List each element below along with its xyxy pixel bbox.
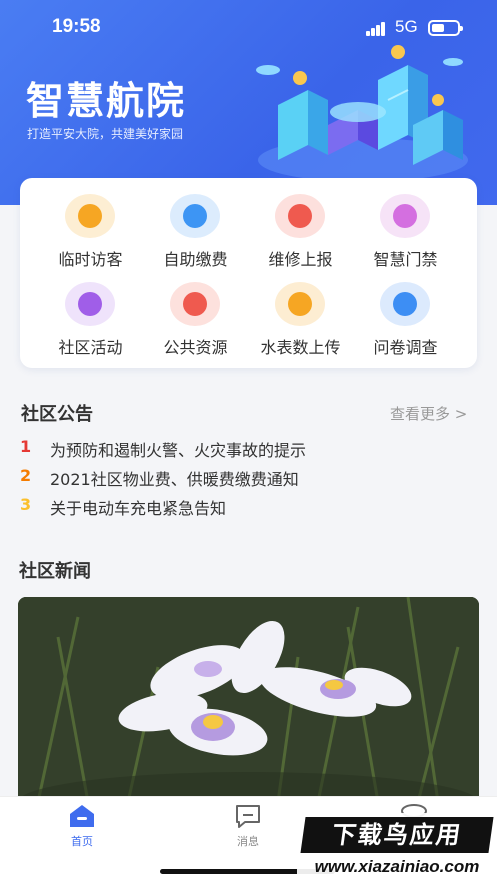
- announcement-number: 1: [20, 437, 32, 456]
- smart-city-illustration: [256, 45, 468, 182]
- service-label: 维修上报: [268, 250, 333, 269]
- watermark-text: 下载鸟应用: [300, 817, 494, 853]
- public-resource-icon: [170, 282, 220, 326]
- survey-icon: [380, 282, 430, 326]
- service-label: 问卷调查: [373, 338, 438, 357]
- service-label: 智慧门禁: [373, 250, 438, 269]
- service-label: 临时访客: [58, 250, 123, 269]
- view-more-link[interactable]: 查看更多 >: [390, 403, 467, 424]
- iris-flower-photo: [18, 597, 479, 802]
- announcement-text: 2021社区物业费、供暖费缴费通知: [50, 470, 299, 489]
- watermark-url: www.xiazainiao.com: [314, 857, 480, 876]
- service-grid: 临时访客 自助缴费 维修上报 智慧门禁 社区活动 公共资源 水表数上传 问卷调查: [20, 178, 477, 368]
- water-meter-icon: [275, 282, 325, 326]
- announcements-title: 社区公告: [21, 404, 93, 425]
- tab-label: 首页: [71, 835, 93, 848]
- announcement-item[interactable]: 3 关于电动车充电紧急告知: [20, 495, 460, 521]
- service-door-access[interactable]: 智慧门禁: [353, 194, 458, 274]
- repair-icon: [275, 194, 325, 238]
- announcement-text: 为预防和遏制火警、火灾事故的提示: [50, 441, 307, 460]
- home-icon: [70, 805, 94, 827]
- service-label: 社区活动: [58, 338, 123, 357]
- service-self-payment[interactable]: 自助缴费: [143, 194, 248, 274]
- announcement-item[interactable]: 1 为预防和遏制火警、火灾事故的提示: [20, 437, 460, 463]
- service-public-resource[interactable]: 公共资源: [143, 282, 248, 362]
- service-repair-report[interactable]: 维修上报: [248, 194, 353, 274]
- news-image[interactable]: [18, 597, 479, 802]
- tab-messages[interactable]: 消息: [208, 803, 288, 848]
- tab-home[interactable]: 首页: [42, 803, 122, 848]
- status-bar: 19:58 5G: [0, 14, 497, 42]
- announcement-item[interactable]: 2 2021社区物业费、供暖费缴费通知: [20, 466, 460, 492]
- visitor-icon: [65, 194, 115, 238]
- announcement-number: 2: [20, 466, 32, 485]
- watermark: 下载鸟应用 www.xiazainiao.com: [297, 813, 497, 883]
- message-icon: [236, 805, 260, 828]
- service-water-meter-upload[interactable]: 水表数上传: [248, 282, 353, 362]
- app-subtitle: 打造平安大院，共建美好家园: [27, 127, 184, 141]
- service-survey[interactable]: 问卷调查: [353, 282, 458, 362]
- app-title: 智慧航院: [26, 79, 187, 123]
- service-label: 公共资源: [163, 338, 228, 357]
- payment-icon: [170, 194, 220, 238]
- signal-icon: [366, 22, 386, 36]
- door-access-icon: [380, 194, 430, 238]
- header-banner: 19:58 5G 智慧航院 打造平安大院，共建美好家园: [0, 0, 497, 205]
- service-label: 自助缴费: [163, 250, 228, 269]
- news-title: 社区新闻: [19, 561, 91, 582]
- network-type: 5G: [395, 17, 418, 36]
- service-label: 水表数上传: [260, 338, 341, 357]
- service-temporary-visitor[interactable]: 临时访客: [38, 194, 143, 274]
- service-community-activity[interactable]: 社区活动: [38, 282, 143, 362]
- status-time: 19:58: [52, 16, 101, 37]
- activity-star-icon: [65, 282, 115, 326]
- tab-label: 消息: [237, 835, 259, 848]
- battery-icon: [428, 20, 463, 36]
- announcement-number: 3: [20, 495, 32, 514]
- announcement-text: 关于电动车充电紧急告知: [50, 499, 227, 518]
